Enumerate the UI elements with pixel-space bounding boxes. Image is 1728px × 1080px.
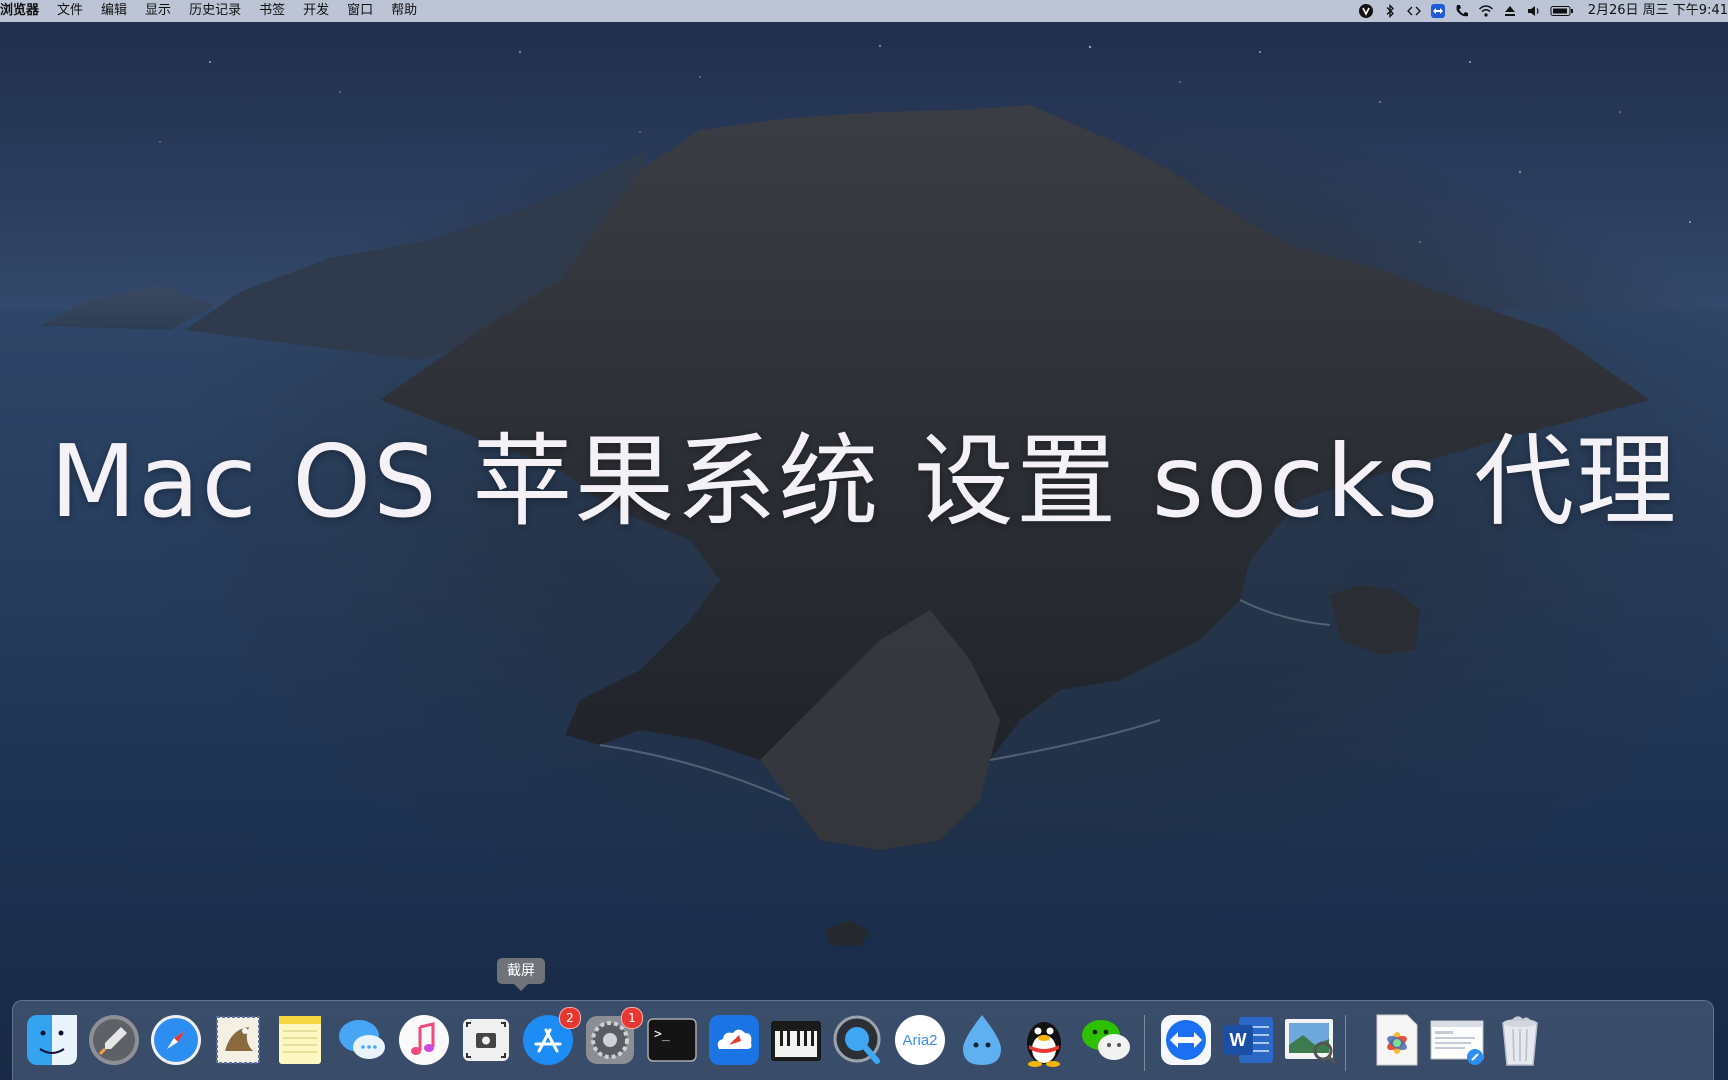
dock-safari[interactable] — [147, 1011, 205, 1069]
dock-screenshot[interactable] — [457, 1011, 515, 1069]
menu-edit[interactable]: 编辑 — [92, 0, 136, 22]
dock: 2 1 >_ Aria2 W — [12, 1000, 1714, 1080]
menu-help[interactable]: 帮助 — [382, 0, 426, 22]
dock-finder[interactable] — [23, 1011, 81, 1069]
dock-photos-document[interactable] — [1367, 1011, 1425, 1069]
dock-cloud-app[interactable] — [705, 1011, 763, 1069]
teamviewer-tray-icon[interactable] — [1426, 0, 1450, 22]
menu-app-name[interactable]: 浏览器 — [0, 0, 48, 22]
mail-icon — [216, 1016, 260, 1064]
dock-aria2[interactable]: Aria2 — [891, 1011, 949, 1069]
dock-droplet-app[interactable] — [953, 1011, 1011, 1069]
menu-file[interactable]: 文件 — [48, 0, 92, 22]
finder-icon — [27, 1015, 77, 1065]
menu-history[interactable]: 历史记录 — [180, 0, 250, 22]
quicktime-icon — [833, 1015, 881, 1064]
preview-icon — [1285, 1019, 1337, 1065]
bluetooth-icon[interactable] — [1378, 0, 1402, 22]
dock-trash[interactable] — [1491, 1011, 1549, 1069]
wifi-icon[interactable] — [1474, 0, 1498, 22]
music-icon — [399, 1015, 449, 1065]
piano-icon — [771, 1021, 821, 1061]
system-preferences-badge: 1 — [621, 1007, 643, 1029]
wechat-icon — [1082, 1020, 1130, 1060]
qq-penguin-icon — [1027, 1022, 1061, 1067]
dock-system-preferences[interactable]: 1 — [581, 1007, 643, 1069]
menu-view[interactable]: 显示 — [136, 0, 180, 22]
dock-separator — [1144, 1015, 1145, 1071]
terminal-icon: >_ — [647, 1018, 697, 1062]
eject-icon[interactable] — [1498, 0, 1522, 22]
notes-icon — [279, 1016, 321, 1064]
dock-downloads-stack[interactable] — [1429, 1011, 1487, 1069]
dock-teamviewer[interactable] — [1157, 1011, 1215, 1069]
teamviewer-icon — [1161, 1015, 1211, 1065]
dock-quicktime[interactable] — [829, 1011, 887, 1069]
dock-notes[interactable] — [271, 1011, 329, 1069]
desktop: 浏览器 文件 编辑 显示 历史记录 书签 开发 窗口 帮助 2月26日 周三 下… — [0, 0, 1728, 1080]
dock-word[interactable]: W — [1219, 1011, 1277, 1069]
dock-terminal[interactable]: >_ — [643, 1011, 701, 1069]
menu-develop[interactable]: 开发 — [294, 0, 338, 22]
messages-icon — [339, 1020, 385, 1059]
dock-launchpad[interactable] — [85, 1011, 143, 1069]
terminal-prompt: >_ — [654, 1027, 670, 1042]
screenshot-icon — [463, 1019, 509, 1061]
safari-icon — [151, 1015, 201, 1065]
dock-app-store[interactable]: 2 — [519, 1007, 581, 1069]
downloads-stack-icon — [1430, 1020, 1484, 1065]
menu-bar-clock[interactable]: 2月26日 周三 下午9:41 — [1578, 0, 1728, 22]
app-store-badge: 2 — [559, 1007, 581, 1029]
menu-bar: 浏览器 文件 编辑 显示 历史记录 书签 开发 窗口 帮助 2月26日 周三 下… — [0, 0, 1728, 22]
menu-window[interactable]: 窗口 — [338, 0, 382, 22]
cloud-icon — [709, 1015, 759, 1065]
vpn-icon[interactable] — [1354, 0, 1378, 22]
trash-icon — [1502, 1016, 1538, 1066]
photos-document-icon — [1376, 1014, 1418, 1066]
word-label: W — [1230, 1030, 1247, 1050]
dock-mail[interactable] — [209, 1011, 267, 1069]
menu-bookmarks[interactable]: 书签 — [250, 0, 294, 22]
launchpad-icon — [89, 1015, 139, 1065]
menu-bar-right: 2月26日 周三 下午9:41 — [1354, 0, 1728, 22]
dock-music[interactable] — [395, 1011, 453, 1069]
menu-bar-left: 浏览器 文件 编辑 显示 历史记录 书签 开发 窗口 帮助 — [0, 0, 426, 22]
overlay-title: Mac OS 苹果系统 设置 socks 代理 — [50, 423, 1678, 540]
battery-icon[interactable] — [1546, 0, 1578, 22]
dock-preview[interactable] — [1281, 1011, 1339, 1069]
word-icon: W — [1223, 1017, 1273, 1063]
dock-messages[interactable] — [333, 1011, 391, 1069]
aria2-label: Aria2 — [902, 1032, 937, 1049]
volume-icon[interactable] — [1522, 0, 1546, 22]
dock-piano[interactable] — [767, 1011, 825, 1069]
code-icon[interactable] — [1402, 0, 1426, 22]
dock-separator — [1345, 1015, 1346, 1071]
dock-wechat[interactable] — [1077, 1011, 1135, 1069]
dock-qq[interactable] — [1015, 1011, 1073, 1069]
droplet-icon — [963, 1015, 1001, 1065]
phone-icon[interactable] — [1450, 0, 1474, 22]
dock-tooltip: 截屏 — [497, 958, 545, 991]
aria2-icon: Aria2 — [895, 1015, 945, 1065]
